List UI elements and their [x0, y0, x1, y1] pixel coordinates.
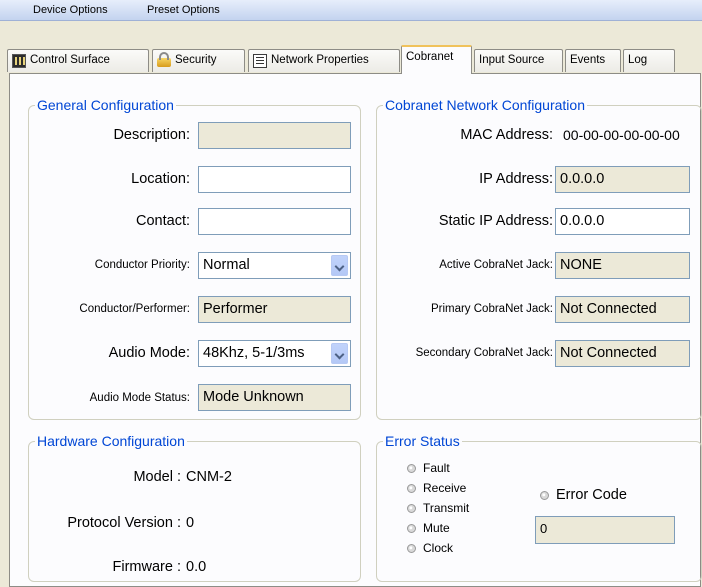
group-title: Hardware Configuration [35, 433, 187, 449]
contact-label: Contact: [136, 213, 190, 229]
control-surface-icon [12, 54, 26, 68]
status-led-icon [407, 483, 416, 493]
tab-label: Cobranet [406, 51, 454, 63]
status-led-icon [407, 503, 416, 513]
mac-address-value: 00-00-00-00-00-00 [563, 127, 680, 143]
cobranet-panel: General Configuration Description: Locat… [9, 73, 702, 587]
group-title: General Configuration [35, 97, 176, 113]
indicator-label: Receive [423, 481, 467, 495]
tab-network-properties[interactable]: Network Properties [248, 49, 400, 72]
secondary-cobranet-jack-field: Not Connected [555, 340, 690, 367]
group-title: Error Status [383, 433, 462, 449]
mute-indicator: Mute [407, 520, 450, 536]
tab-label: Log [628, 54, 648, 66]
conductor-priority-label: Conductor Priority: [94, 259, 190, 271]
model-value: CNM-2 [186, 469, 232, 485]
tab-label: Input Source [479, 54, 545, 66]
status-led-icon [407, 463, 416, 473]
ip-address-label: IP Address: [479, 171, 553, 187]
audio-mode-status-label: Audio Mode Status: [89, 392, 190, 404]
chevron-down-icon[interactable] [331, 255, 348, 276]
status-led-icon [407, 543, 416, 553]
status-led-icon [407, 523, 416, 533]
receive-indicator: Receive [407, 480, 466, 496]
conductor-performer-field: Performer [198, 296, 351, 323]
clock-indicator: Clock [407, 540, 453, 556]
error-code-field: 0 [535, 516, 675, 544]
audio-mode-select[interactable]: 48Khz, 5-1/3ms [198, 340, 351, 367]
error-status-group: Error Status Fault Receive Transmit Mute… [376, 433, 702, 582]
tab-log[interactable]: Log [623, 49, 675, 72]
error-code-indicator: Error Code [540, 487, 627, 503]
firmware-label: Firmware : [112, 559, 181, 575]
description-field [198, 122, 351, 149]
tab-events[interactable]: Events [565, 49, 621, 72]
tab-strip: Control Surface Security Network Propert… [0, 21, 702, 74]
menu-device-options[interactable]: Device Options [33, 4, 108, 16]
fault-indicator: Fault [407, 460, 450, 476]
contact-field[interactable] [198, 208, 351, 235]
chevron-down-icon[interactable] [331, 343, 348, 364]
transmit-indicator: Transmit [407, 500, 469, 516]
indicator-label: Mute [423, 521, 450, 535]
tab-control-surface[interactable]: Control Surface [7, 49, 149, 72]
indicator-label: Fault [423, 461, 450, 475]
secondary-cobranet-jack-label: Secondary CobraNet Jack: [415, 347, 553, 359]
tab-label: Network Properties [271, 54, 369, 66]
menu-bar: Device Options Preset Options [0, 0, 702, 21]
tab-cobranet[interactable]: Cobranet [401, 45, 472, 74]
static-ip-address-field[interactable]: 0.0.0.0 [555, 208, 690, 235]
tab-label: Security [175, 54, 217, 66]
general-configuration-group: General Configuration Description: Locat… [28, 97, 361, 420]
audio-mode-value: 48Khz, 5-1/3ms [203, 345, 305, 361]
tab-label: Control Surface [30, 54, 110, 66]
description-label: Description: [113, 127, 190, 143]
indicator-label: Transmit [423, 501, 470, 515]
firmware-value: 0.0 [186, 559, 207, 575]
static-ip-address-label: Static IP Address: [438, 213, 553, 229]
indicator-label: Clock [423, 541, 454, 555]
ip-address-field: 0.0.0.0 [555, 166, 690, 193]
model-label: Model : [133, 469, 181, 485]
network-properties-icon [253, 54, 267, 68]
location-field[interactable] [198, 166, 351, 193]
protocol-version-label: Protocol Version : [67, 515, 181, 531]
tab-security[interactable]: Security [152, 49, 245, 72]
group-title: Cobranet Network Configuration [383, 97, 587, 113]
active-cobranet-jack-label: Active CobraNet Jack: [439, 259, 553, 271]
audio-mode-label: Audio Mode: [108, 345, 190, 361]
location-label: Location: [131, 171, 190, 187]
error-code-label: Error Code [556, 487, 627, 503]
hardware-configuration-group: Hardware Configuration Model : CNM-2 Pro… [28, 433, 361, 582]
tab-input-source[interactable]: Input Source [474, 49, 563, 72]
status-led-icon [540, 490, 549, 500]
conductor-priority-select[interactable]: Normal [198, 252, 351, 279]
conductor-priority-value: Normal [203, 257, 250, 273]
tab-label: Events [570, 54, 606, 66]
mac-address-label: MAC Address: [460, 127, 553, 143]
menu-preset-options[interactable]: Preset Options [147, 4, 220, 16]
active-cobranet-jack-field: NONE [555, 252, 690, 279]
primary-cobranet-jack-field: Not Connected [555, 296, 690, 323]
primary-cobranet-jack-label: Primary CobraNet Jack: [430, 303, 553, 315]
conductor-performer-label: Conductor/Performer: [79, 303, 190, 315]
audio-mode-status-field: Mode Unknown [198, 384, 351, 411]
lock-icon [157, 52, 171, 67]
cobranet-network-configuration-group: Cobranet Network Configuration MAC Addre… [376, 97, 702, 420]
protocol-version-value: 0 [186, 515, 195, 531]
